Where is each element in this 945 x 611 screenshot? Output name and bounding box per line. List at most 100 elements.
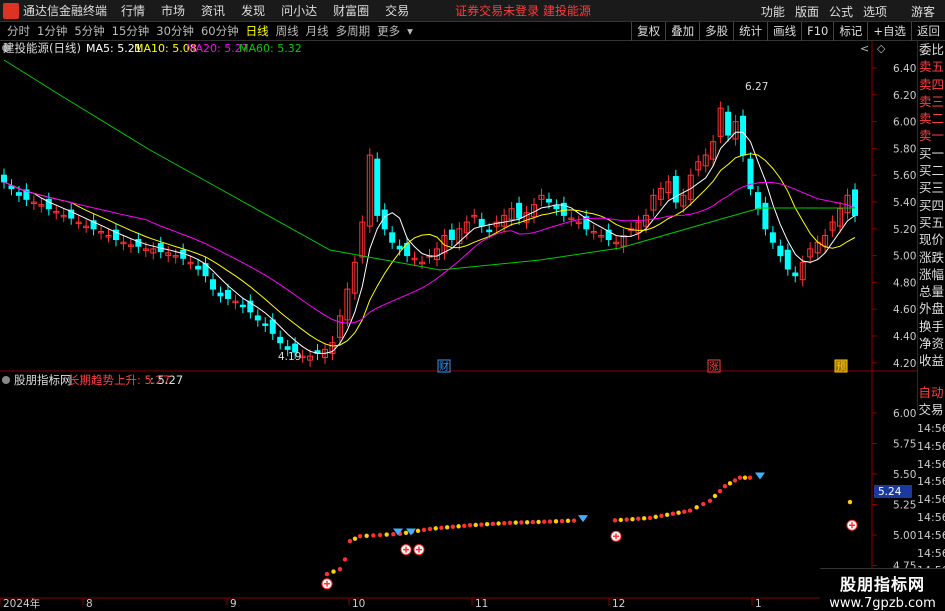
indicator-dot	[524, 520, 530, 525]
price-tick-label: 5.80	[893, 143, 916, 155]
indicator-dot	[473, 522, 478, 528]
tick-time: 14:56	[917, 546, 945, 560]
candle-body	[217, 292, 224, 297]
side-panel-item[interactable]: 涨幅	[918, 266, 945, 283]
candle-body	[396, 245, 403, 250]
side-panel-item[interactable]: 涨跌	[918, 249, 945, 266]
side-panel-item[interactable]: 卖三	[918, 93, 945, 110]
indicator-dot	[536, 519, 541, 525]
candle-body	[852, 189, 858, 216]
diamond-icon	[578, 515, 588, 523]
chevron-left-icon[interactable]: <	[860, 42, 869, 55]
chart-title-text: 建投能源(日线)	[3, 41, 81, 55]
candle-body	[516, 202, 523, 219]
candle-body	[784, 249, 791, 270]
candle-body	[486, 229, 493, 233]
side-panel-item[interactable]: 外盘	[918, 300, 945, 317]
candle-body	[254, 315, 261, 321]
indicator-settings-icon[interactable]	[2, 376, 10, 384]
indicator-value: : 5.27	[150, 373, 183, 387]
indicator-tick-label: 5.00	[893, 530, 916, 542]
candle-body	[262, 323, 269, 326]
indicator-dot	[439, 525, 444, 531]
indicator-dot	[530, 519, 536, 525]
side-panel-bottom-item[interactable]: 自动	[917, 384, 945, 401]
indicator-dot	[456, 524, 461, 529]
candle-body	[210, 279, 217, 290]
indicator-dot	[682, 509, 687, 514]
time-axis-label: 8	[86, 598, 93, 609]
side-panel-item[interactable]: 买五	[918, 214, 945, 231]
candle-body	[269, 319, 276, 334]
tick-time: 14:56	[917, 528, 945, 542]
low-price-label: 4.19	[278, 351, 301, 363]
indicator-dot	[384, 532, 389, 537]
price-axis: 6.40 6.20 6.00 5.80 5.60 5.40 5.20 5.00 4.80 4.60…	[872, 63, 916, 370]
side-panel-item[interactable]: 卖一	[918, 127, 945, 144]
candle-body	[545, 198, 552, 203]
candle-body	[792, 272, 799, 277]
ma-legend: MA5: 5.21MA10: 5.08MA20: 5.27MA60: 5.32	[86, 42, 302, 55]
indicator-dot	[484, 521, 490, 527]
indicator-dot	[364, 533, 369, 539]
indicator-dot	[707, 498, 713, 504]
side-panel-item[interactable]: 委比	[918, 41, 945, 58]
indicator-dot	[687, 508, 693, 513]
indicator-dot	[357, 534, 363, 539]
side-panel-item[interactable]: 买三	[918, 179, 945, 196]
indicator-dot	[624, 517, 629, 522]
candle-body	[762, 202, 769, 230]
indicator-dot	[502, 520, 507, 526]
price-tick-label: 5.00	[893, 251, 916, 263]
time-axis-label: 10	[352, 598, 365, 609]
indicator-dot	[342, 557, 348, 562]
indicator-dot	[391, 531, 396, 537]
indicator-dot	[565, 518, 571, 524]
indicator-dot	[371, 533, 376, 538]
candle-body	[224, 289, 231, 299]
indicator-dot	[513, 520, 518, 525]
price-tick-label: 6.20	[893, 90, 916, 102]
indicator-dot	[377, 532, 383, 538]
indicator-dot	[737, 475, 743, 480]
indicator-dot	[433, 526, 438, 531]
candle-body	[389, 232, 396, 243]
candle-body	[195, 265, 202, 270]
candle-body	[769, 232, 776, 243]
price-tick-label: 4.20	[893, 358, 916, 370]
price-tick-label: 5.20	[893, 224, 916, 236]
indicator-dot	[450, 524, 456, 530]
side-panel-item[interactable]: 买四	[918, 197, 945, 214]
side-panel-item[interactable]: 卖四	[918, 76, 945, 93]
candle-body	[15, 192, 22, 196]
side-panel-item[interactable]: 换手	[918, 318, 945, 335]
diamond-icon[interactable]: ◇	[877, 42, 886, 55]
side-panel-item[interactable]: 卖五	[918, 58, 945, 75]
side-panel-item[interactable]: 净资	[918, 335, 945, 352]
candle-body	[478, 218, 485, 227]
indicator-dot	[612, 518, 618, 523]
side-panel-item[interactable]: 现价	[918, 231, 945, 248]
side-panel-item[interactable]: 总量	[918, 283, 945, 300]
indicator-dot	[701, 501, 706, 507]
indicator-dot	[722, 484, 728, 489]
indicator-dot	[415, 528, 421, 534]
indicator-dot	[337, 566, 343, 572]
side-panel-item[interactable]: 收益	[918, 352, 945, 369]
side-panel-item[interactable]: 买一	[918, 145, 945, 162]
quote-side-panel-bottom: 自动 交易	[917, 384, 945, 424]
tick-time: 14:56	[917, 475, 945, 489]
indicator-dot	[712, 493, 718, 499]
tick-time: 14:56	[917, 457, 945, 471]
candle-body	[777, 245, 784, 257]
side-panel-item[interactable]: 卖二	[918, 110, 945, 127]
chart-markers: 6.27 4.19 财 涨 预	[278, 81, 848, 373]
ma-lines	[3, 59, 856, 354]
side-panel-item[interactable]: 买二	[918, 162, 945, 179]
indicator-dot	[653, 514, 658, 520]
side-panel-bottom-item[interactable]: 交易	[917, 401, 945, 418]
chart-canvas: 建投能源(日线) MA5: 5.21MA10: 5.08MA20: 5.27MA…	[0, 41, 917, 609]
candle-body	[553, 205, 560, 210]
indicator-dot	[717, 488, 723, 494]
candle-body	[277, 336, 284, 344]
